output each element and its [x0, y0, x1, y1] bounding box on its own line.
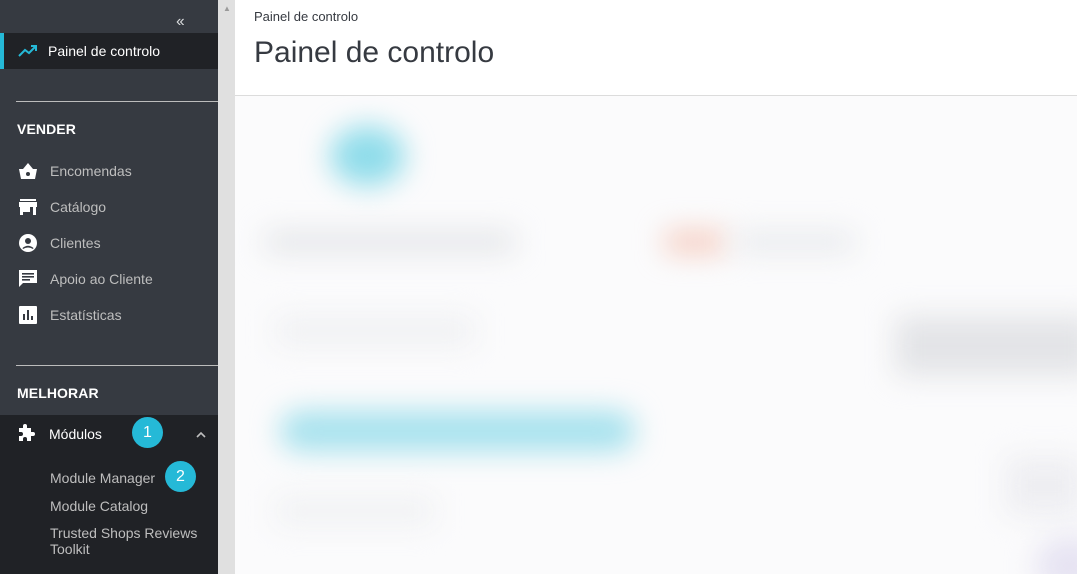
puzzle-icon — [17, 423, 39, 445]
scrollbar[interactable]: ▲ — [218, 0, 235, 574]
collapse-sidebar-button[interactable]: ‹‹ — [176, 13, 196, 31]
sidebar-item-label: Encomendas — [50, 163, 132, 179]
sidebar-item-customer-service[interactable]: Apoio ao Cliente — [0, 264, 218, 294]
blurred-shape — [330, 126, 405, 186]
blurred-shape — [275, 496, 435, 526]
scroll-up-arrow-icon[interactable]: ▲ — [223, 4, 231, 13]
sidebar-item-catalog[interactable]: Catálogo — [0, 192, 218, 222]
sidebar-item-label: Estatísticas — [50, 307, 122, 323]
chevron-up-icon[interactable] — [194, 428, 208, 440]
divider — [16, 101, 218, 102]
bar-chart-icon — [17, 304, 39, 326]
blurred-shape — [895, 316, 1077, 376]
blurred-shape — [1005, 456, 1077, 516]
sidebar-item-label: Clientes — [50, 235, 101, 251]
modules-menu: Módulos Module Manager Module Catalog Tr… — [0, 415, 218, 574]
trending-up-icon — [18, 42, 38, 60]
account-circle-icon — [17, 232, 39, 254]
step-badge-2: 2 — [165, 461, 196, 492]
blurred-shape — [265, 231, 515, 253]
sidebar-item-label: Módulos — [49, 426, 102, 442]
blurred-shape — [1035, 536, 1077, 574]
sidebar-item-customers[interactable]: Clientes — [0, 228, 218, 258]
sidebar-item-label: Catálogo — [50, 199, 107, 215]
submenu-module-catalog[interactable]: Module Catalog — [50, 498, 148, 514]
page-header: Painel de controlo Painel de controlo — [235, 0, 1077, 96]
blurred-shape — [275, 316, 475, 346]
blurred-dashboard-content — [235, 96, 1077, 574]
sidebar: ‹‹ Painel de controlo VENDER Encomendas — [0, 0, 218, 574]
step-badge-1: 1 — [132, 417, 163, 448]
section-title-vender: VENDER — [17, 121, 76, 137]
blurred-shape — [280, 411, 635, 451]
chat-icon — [17, 268, 39, 290]
sidebar-item-label: Painel de controlo — [48, 43, 161, 59]
section-title-melhorar: MELHORAR — [17, 385, 99, 401]
store-icon — [17, 196, 39, 218]
sidebar-item-dashboard[interactable]: Painel de controlo — [0, 33, 218, 69]
blurred-shape — [735, 231, 855, 253]
sidebar-item-label: Apoio ao Cliente — [50, 271, 153, 287]
basket-icon — [17, 160, 39, 182]
sidebar-item-orders[interactable]: Encomendas — [0, 156, 218, 186]
sidebar-item-stats[interactable]: Estatísticas — [0, 300, 218, 330]
blurred-shape — [665, 231, 725, 253]
sidebar-item-modules[interactable]: Módulos — [0, 415, 218, 453]
submenu-module-manager[interactable]: Module Manager — [50, 470, 155, 486]
divider — [16, 365, 218, 366]
submenu-trusted-shops[interactable]: Trusted Shops Reviews Toolkit — [50, 525, 200, 557]
page-title: Painel de controlo — [254, 36, 495, 69]
breadcrumb[interactable]: Painel de controlo — [254, 9, 358, 24]
